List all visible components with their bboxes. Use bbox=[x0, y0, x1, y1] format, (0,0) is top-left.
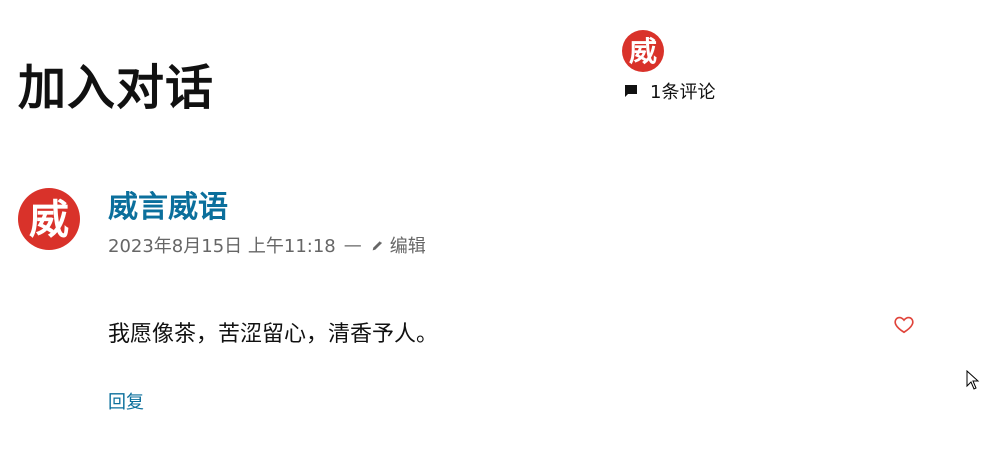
edit-label: 编辑 bbox=[389, 236, 426, 257]
edit-button[interactable]: 编辑 bbox=[370, 232, 426, 258]
page: 加入对话 威 1条评论 威 威言威语 2023年8月15日 上午11:18 — … bbox=[0, 0, 981, 450]
comment-author-link[interactable]: 威言威语 bbox=[108, 190, 228, 226]
pencil-icon bbox=[372, 240, 382, 251]
comment-author-avatar-initial: 威 bbox=[29, 197, 69, 243]
participant-avatar-initial: 威 bbox=[628, 35, 657, 68]
comment-bubble-icon bbox=[625, 85, 637, 97]
comment-date[interactable]: 2023年8月15日 上午11:18 bbox=[108, 232, 336, 258]
page-title: 加入对话 bbox=[18, 60, 215, 117]
comment-count-label: 1条评论 bbox=[650, 82, 716, 103]
comment-count: 1条评论 bbox=[622, 78, 715, 104]
heart-icon bbox=[894, 316, 914, 334]
participant-avatar: 威 bbox=[622, 30, 664, 72]
comment-meta: 2023年8月15日 上午11:18 — 编辑 bbox=[108, 232, 426, 258]
like-button[interactable] bbox=[892, 312, 916, 336]
meta-separator: — bbox=[343, 234, 362, 256]
comment-text: 我愿像茶，苦涩留心，清香予人。 bbox=[108, 322, 439, 347]
comment-author-avatar: 威 bbox=[18, 188, 80, 250]
mouse-pointer-icon bbox=[966, 370, 980, 390]
reply-button[interactable]: 回复 bbox=[108, 388, 144, 414]
